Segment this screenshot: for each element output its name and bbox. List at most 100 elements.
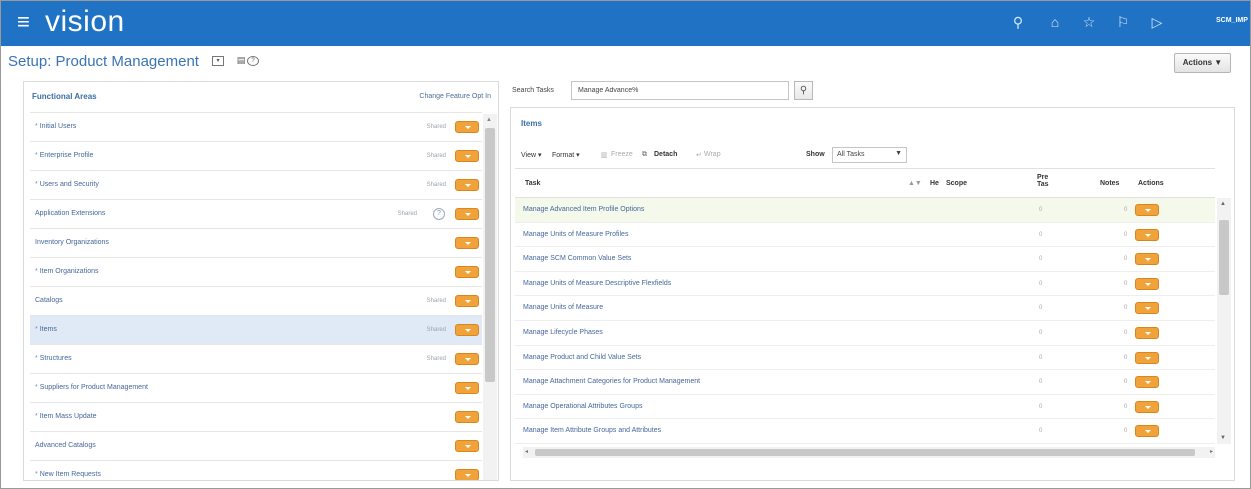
area-actions-button[interactable] bbox=[455, 440, 479, 452]
freeze-button[interactable]: Freeze bbox=[611, 151, 633, 158]
functional-area-label[interactable]: * New Item Requests bbox=[35, 471, 101, 478]
functional-area-label[interactable]: Application Extensions bbox=[35, 210, 105, 217]
notes-count[interactable]: 0 bbox=[1124, 256, 1127, 262]
task-actions-button[interactable] bbox=[1135, 326, 1159, 339]
notes-count[interactable]: 0 bbox=[1124, 355, 1127, 361]
functional-area-item[interactable]: Advanced Catalogs bbox=[30, 431, 482, 460]
search-button[interactable]: ⚲ bbox=[794, 81, 813, 100]
task-link[interactable]: Manage Attachment Categories for Product… bbox=[523, 378, 700, 385]
scrollbar-thumb[interactable] bbox=[485, 128, 495, 382]
tasks-vertical-scrollbar[interactable]: ▲ ▼ bbox=[1217, 198, 1231, 444]
scroll-left-icon[interactable]: ◂ bbox=[525, 448, 528, 455]
task-link[interactable]: Manage SCM Common Value Sets bbox=[523, 255, 631, 262]
functional-area-label[interactable]: * Suppliers for Product Management bbox=[35, 384, 148, 391]
area-actions-button[interactable] bbox=[455, 266, 479, 278]
notifications-flag-icon[interactable]: ⚐ bbox=[1114, 13, 1132, 31]
functional-area-item[interactable]: Inventory Organizations bbox=[30, 228, 482, 257]
functional-area-item[interactable]: Application Extensions Shared? bbox=[30, 199, 482, 228]
area-actions-button[interactable] bbox=[455, 469, 479, 480]
task-link[interactable]: Manage Advanced Item Profile Options bbox=[523, 206, 644, 213]
notes-count[interactable]: 0 bbox=[1124, 428, 1127, 434]
freeze-icon[interactable]: ▥ bbox=[601, 151, 608, 159]
tasks-horizontal-scrollbar[interactable]: ◂ ▸ bbox=[523, 447, 1215, 458]
table-row[interactable]: Manage Lifecycle Phases 0 0 bbox=[515, 321, 1215, 346]
task-actions-button[interactable] bbox=[1135, 204, 1159, 216]
user-menu[interactable]: SCM_IMP bbox=[1216, 17, 1248, 24]
table-row[interactable]: Manage Units of Measure Profiles 0 0 bbox=[515, 223, 1215, 248]
functional-area-item[interactable]: * Suppliers for Product Management bbox=[30, 373, 482, 402]
functional-area-item[interactable]: Catalogs Shared bbox=[30, 286, 482, 315]
functional-area-label[interactable]: * Users and Security bbox=[35, 181, 99, 188]
search-tasks-input[interactable] bbox=[571, 81, 789, 100]
functional-area-item[interactable]: * Initial Users Shared bbox=[30, 112, 482, 141]
functional-area-label[interactable]: * Items bbox=[35, 326, 57, 333]
task-actions-button[interactable] bbox=[1135, 425, 1159, 438]
notes-count[interactable]: 0 bbox=[1124, 330, 1127, 336]
show-filter-select[interactable]: All Tasks ▼ bbox=[832, 147, 907, 163]
table-row[interactable]: Manage Item Attribute Groups and Attribu… bbox=[515, 419, 1215, 444]
table-row[interactable]: Manage Units of Measure 0 0 bbox=[515, 296, 1215, 321]
notes-count[interactable]: 0 bbox=[1124, 281, 1127, 287]
task-actions-button[interactable] bbox=[1135, 277, 1159, 290]
wrap-icon[interactable]: ↵ bbox=[696, 151, 702, 159]
search-icon[interactable]: ⚲ bbox=[1009, 13, 1027, 31]
help-icon[interactable]: ? bbox=[247, 56, 259, 66]
task-actions-button[interactable] bbox=[1135, 253, 1159, 266]
functional-area-item[interactable]: * Users and Security Shared bbox=[30, 170, 482, 199]
column-he[interactable]: He bbox=[930, 180, 939, 187]
view-menu[interactable]: View ▾ bbox=[521, 151, 542, 159]
functional-area-item[interactable]: * New Item Requests bbox=[30, 460, 482, 480]
scroll-right-icon[interactable]: ▸ bbox=[1210, 448, 1213, 455]
table-row[interactable]: Manage SCM Common Value Sets 0 0 bbox=[515, 247, 1215, 272]
navigator-menu-icon[interactable]: ≡ bbox=[17, 10, 30, 34]
functional-area-label[interactable]: Catalogs bbox=[35, 297, 63, 304]
task-link[interactable]: Manage Operational Attributes Groups bbox=[523, 403, 642, 410]
scrollbar-thumb[interactable] bbox=[535, 449, 1195, 456]
functional-area-label[interactable]: * Structures bbox=[35, 355, 72, 362]
functional-areas-scrollbar[interactable]: ▲ bbox=[483, 114, 497, 480]
table-row[interactable]: Manage Operational Attributes Groups 0 0 bbox=[515, 395, 1215, 420]
task-link[interactable]: Manage Units of Measure Profiles bbox=[523, 231, 628, 238]
notes-count[interactable]: 0 bbox=[1124, 207, 1127, 213]
functional-area-label[interactable]: * Item Organizations bbox=[35, 268, 98, 275]
task-actions-button[interactable] bbox=[1135, 376, 1159, 389]
sort-icon[interactable]: ▲▼ bbox=[908, 180, 922, 187]
wrap-button[interactable]: Wrap bbox=[704, 151, 721, 158]
detach-button[interactable]: Detach bbox=[654, 151, 677, 158]
table-row[interactable]: Manage Units of Measure Descriptive Flex… bbox=[515, 272, 1215, 297]
task-link[interactable]: Manage Lifecycle Phases bbox=[523, 329, 603, 336]
info-icon[interactable]: ? bbox=[433, 208, 445, 220]
functional-area-item[interactable]: * Structures Shared bbox=[30, 344, 482, 373]
functional-area-item[interactable]: * Items Shared bbox=[30, 315, 482, 344]
table-row[interactable]: Manage Advanced Item Profile Options 0 0 bbox=[515, 198, 1215, 223]
area-actions-button[interactable] bbox=[455, 237, 479, 249]
area-actions-button[interactable] bbox=[455, 150, 479, 162]
detach-icon[interactable]: ⧉ bbox=[642, 151, 647, 159]
column-task[interactable]: Task bbox=[525, 180, 540, 187]
area-actions-button[interactable] bbox=[455, 382, 479, 394]
home-icon[interactable]: ⌂ bbox=[1046, 13, 1064, 31]
column-scope[interactable]: Scope bbox=[946, 180, 967, 187]
functional-area-item[interactable]: * Item Mass Update bbox=[30, 402, 482, 431]
area-actions-button[interactable] bbox=[455, 208, 479, 220]
task-actions-button[interactable] bbox=[1135, 228, 1159, 241]
scroll-down-icon[interactable]: ▼ bbox=[1220, 435, 1226, 441]
task-link[interactable]: Manage Item Attribute Groups and Attribu… bbox=[523, 427, 661, 434]
scrollbar-thumb[interactable] bbox=[1219, 220, 1229, 295]
functional-area-label[interactable]: * Item Mass Update bbox=[35, 413, 97, 420]
functional-area-item[interactable]: * Item Organizations bbox=[30, 257, 482, 286]
task-link[interactable]: Manage Units of Measure bbox=[523, 304, 603, 311]
functional-area-label[interactable]: * Initial Users bbox=[35, 123, 76, 130]
play-icon[interactable]: ▷ bbox=[1148, 13, 1166, 31]
print-icon[interactable]: ▤ bbox=[235, 56, 247, 66]
change-feature-opt-in-link[interactable]: Change Feature Opt In bbox=[419, 93, 491, 100]
task-actions-button[interactable] bbox=[1135, 400, 1159, 413]
table-row[interactable]: Manage Attachment Categories for Product… bbox=[515, 370, 1215, 395]
scroll-up-icon[interactable]: ▲ bbox=[1220, 201, 1226, 207]
functional-area-item[interactable]: * Enterprise Profile Shared bbox=[30, 141, 482, 170]
table-row[interactable]: Manage Product and Child Value Sets 0 0 bbox=[515, 346, 1215, 371]
area-actions-button[interactable] bbox=[455, 324, 479, 336]
functional-area-label[interactable]: Advanced Catalogs bbox=[35, 442, 96, 449]
notes-count[interactable]: 0 bbox=[1124, 232, 1127, 238]
notes-count[interactable]: 0 bbox=[1124, 305, 1127, 311]
